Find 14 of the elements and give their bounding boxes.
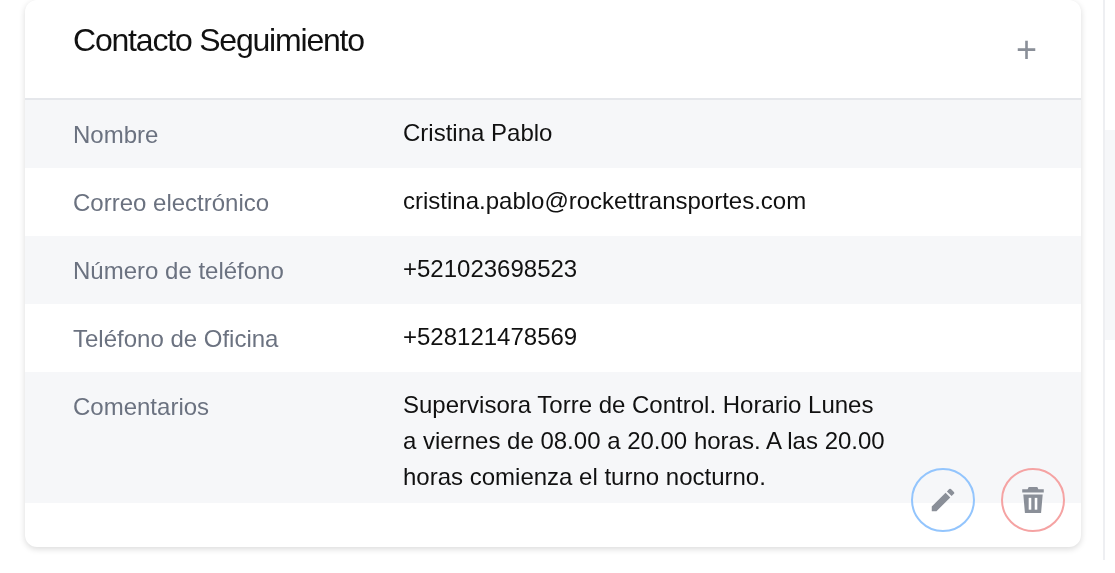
add-button[interactable]: +: [1011, 30, 1041, 70]
field-value: cristina.pablo@rockettransportes.com: [403, 186, 808, 216]
delete-button[interactable]: [1001, 468, 1065, 532]
field-label: Número de teléfono: [73, 256, 285, 286]
field-label: Correo electrónico: [73, 188, 271, 218]
field-value: Cristina Pablo: [403, 118, 554, 148]
field-label: Teléfono de Oficina: [73, 324, 280, 354]
field-value: +521023698523: [403, 254, 579, 284]
field-value: Supervisora Torre de Control. Horario Lunes a viernes de 08.00 a 20.00 horas. A las 20.00 horas comienza el turno nocturno.: [403, 390, 886, 492]
field-label: Nombre: [73, 120, 160, 150]
card-title: Contacto Seguimiento: [73, 22, 364, 59]
field-value: +528121478569: [403, 322, 579, 352]
edit-button[interactable]: [911, 468, 975, 532]
field-label: Comentarios: [73, 392, 211, 422]
